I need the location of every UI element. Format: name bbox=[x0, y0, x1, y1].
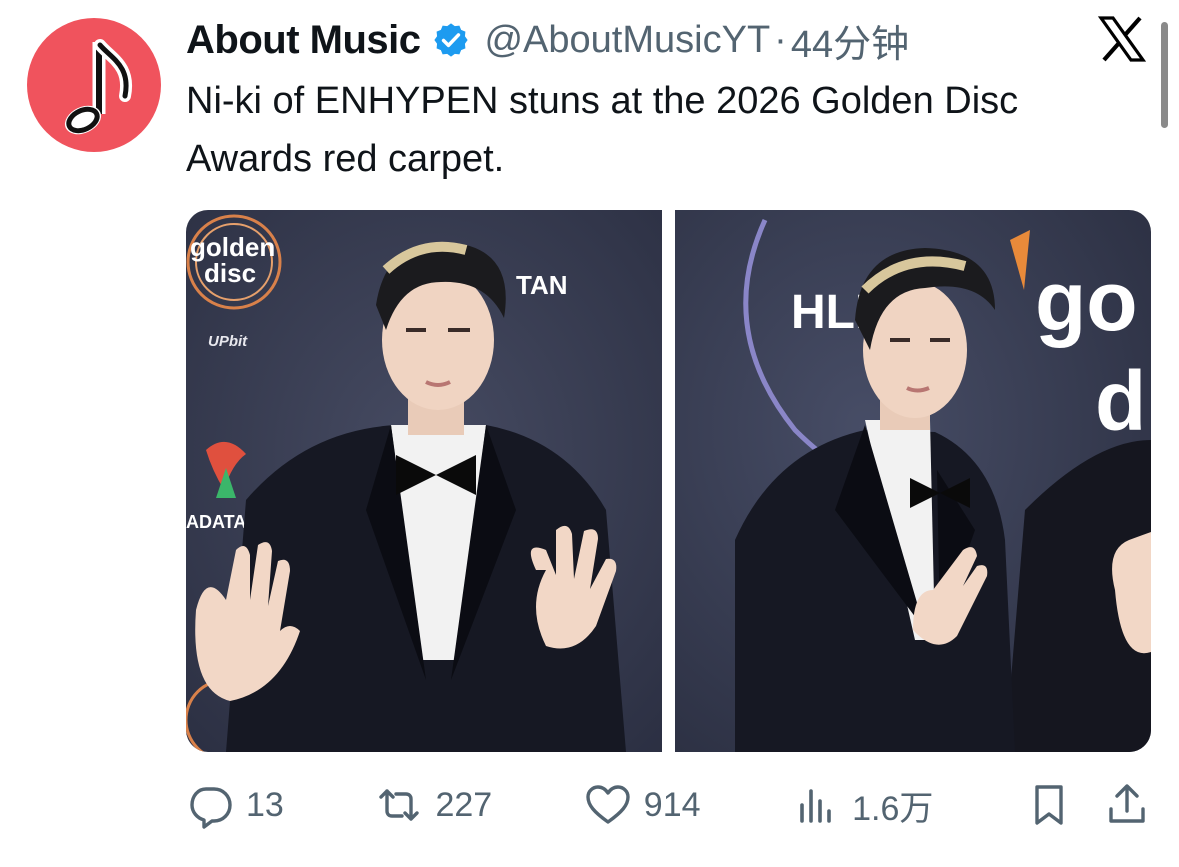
author-name[interactable]: About Music bbox=[186, 18, 421, 63]
secondary-actions bbox=[1025, 781, 1151, 829]
retweet-count: 227 bbox=[435, 785, 493, 824]
bookmark-icon[interactable] bbox=[1025, 781, 1073, 829]
separator-dot: · bbox=[774, 18, 787, 61]
analytics-icon bbox=[800, 789, 831, 823]
photo-grid: golden disc UPbit ADATA TAN riv bbox=[186, 210, 1151, 752]
x-logo-icon[interactable] bbox=[1097, 14, 1147, 64]
views-button[interactable]: 1.6万 bbox=[792, 781, 933, 830]
reply-count: 13 bbox=[246, 785, 284, 824]
author-handle[interactable]: @AboutMusicYT bbox=[484, 19, 770, 62]
retweet-button[interactable]: 227 bbox=[375, 781, 492, 829]
tweet-text: Ni-ki of ENHYPEN stuns at the 2026 Golde… bbox=[186, 80, 1019, 180]
tweet-header: About Music @AboutMusicYT · 44分钟 bbox=[186, 12, 909, 68]
verified-badge-icon[interactable] bbox=[432, 21, 470, 59]
backdrop-sponsor-2: ADATA bbox=[186, 512, 246, 532]
scrollbar[interactable] bbox=[1161, 22, 1168, 128]
heart-icon bbox=[586, 785, 630, 824]
post-time[interactable]: 44分钟 bbox=[791, 13, 909, 68]
backdrop-logo-bottom: disc bbox=[204, 258, 256, 288]
music-note-icon bbox=[64, 39, 133, 135]
like-button[interactable]: 914 bbox=[584, 781, 701, 829]
reply-button[interactable]: 13 bbox=[186, 781, 284, 829]
reply-icon bbox=[190, 787, 232, 829]
backdrop-sponsor: UPbit bbox=[208, 333, 248, 350]
avatar[interactable] bbox=[27, 18, 161, 152]
backdrop-logo-bottom: d bbox=[1095, 354, 1146, 448]
photo-right[interactable]: HLL go d bbox=[675, 210, 1151, 752]
photo-left[interactable]: golden disc UPbit ADATA TAN riv bbox=[186, 210, 662, 752]
backdrop-logo-top: go bbox=[1035, 254, 1138, 348]
retweet-icon bbox=[379, 789, 420, 821]
like-count: 914 bbox=[643, 785, 701, 824]
action-bar: 13 227 914 1.6万 bbox=[186, 770, 1151, 840]
backdrop-partial-text: TAN bbox=[516, 270, 568, 300]
share-icon[interactable] bbox=[1103, 781, 1151, 829]
view-count: 1.6万 bbox=[852, 789, 934, 828]
